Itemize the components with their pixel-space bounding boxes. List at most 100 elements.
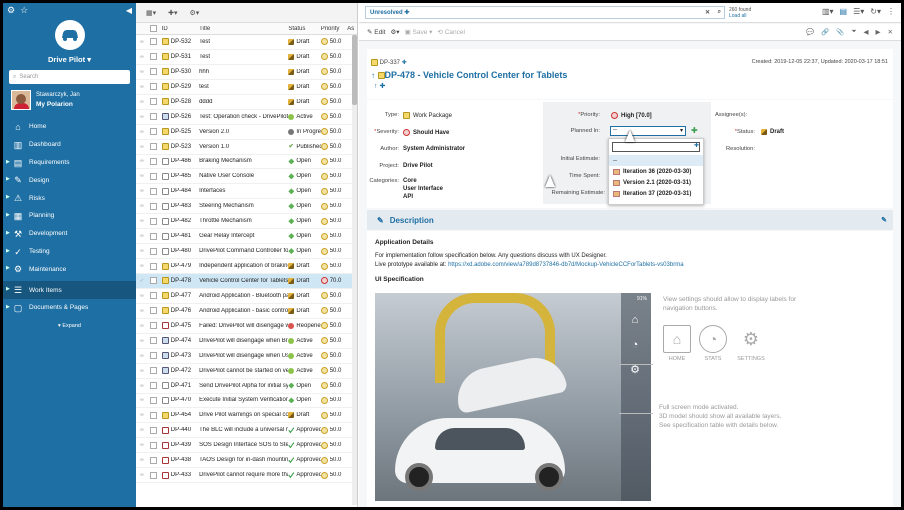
table-row[interactable]: ∞ DP-484 Interfaces Open 50.0 — [136, 184, 357, 200]
sidebar-item-documents-pages[interactable]: ▶ ▢ Documents & Pages — [3, 299, 136, 317]
row-checkbox[interactable] — [149, 277, 157, 285]
table-row[interactable]: ∞ DP-482 Throttle Mechanism Open 50.0 — [136, 214, 357, 230]
row-checkbox[interactable] — [149, 322, 157, 330]
dropdown-search-input[interactable] — [612, 142, 700, 152]
row-checkbox[interactable] — [149, 217, 157, 225]
row-checkbox[interactable] — [149, 471, 157, 479]
favorite-star-icon[interactable]: ☆ — [20, 5, 28, 16]
tree-view-icon[interactable]: ☰▾ — [853, 7, 864, 16]
chevron-right-icon[interactable]: ▶ — [6, 230, 10, 236]
user-profile[interactable]: Stawarczyk, Jan My Polarion — [11, 90, 136, 110]
row-checkbox[interactable] — [149, 38, 157, 46]
table-row[interactable]: ∞ DP-439 SOS Design Interface SOS to Steer… — [136, 438, 357, 454]
up-arrow-icon[interactable]: ↑ — [371, 71, 375, 80]
table-row[interactable]: ∞ DP-531 Test Draft 50.0 — [136, 50, 357, 65]
edit-button[interactable]: ✎ Edit — [367, 28, 385, 36]
sidebar-item-planning[interactable]: ▶ ▦ Planning — [3, 207, 136, 225]
sidebar-item-work-items[interactable]: ▶ ☰ Work Items — [3, 281, 136, 299]
row-checkbox[interactable] — [149, 53, 157, 61]
row-checkbox[interactable] — [149, 352, 157, 360]
row-checkbox[interactable] — [149, 382, 157, 390]
actions-menu-button[interactable]: ⚙▾ — [390, 28, 399, 36]
sidebar-search-input[interactable]: ⌕ Search — [9, 70, 130, 84]
row-checkbox[interactable] — [149, 202, 157, 210]
table-row[interactable]: ∞ DP-523 Version 1.0 ✔ Published 50.0 — [136, 140, 357, 155]
row-checkbox[interactable] — [149, 247, 157, 255]
description-section-header[interactable]: ✎ Description ✎ — [367, 210, 893, 230]
split-view-icon[interactable]: ▤ — [840, 7, 848, 16]
chevron-right-icon[interactable]: ▶ — [6, 286, 10, 292]
priority-field[interactable]: High [70.0] — [611, 112, 652, 119]
table-row[interactable]: ∞ DP-474 DrivePilot will disengage when Br… — [136, 334, 357, 349]
dropdown-option[interactable]: Version 2.1 (2020-03-31) — [609, 177, 703, 188]
row-checkbox[interactable] — [149, 396, 157, 404]
row-checkbox[interactable] — [149, 411, 157, 419]
table-row[interactable]: ∞ DP-472 DrivePilot cannot be started on v… — [136, 364, 357, 379]
next-item-icon[interactable]: ▶ — [876, 28, 881, 36]
query-filter-input[interactable]: Unresolved ✚ ✕ ⌕ — [365, 6, 725, 19]
save-button[interactable]: ▣ Save ▾ — [405, 28, 433, 36]
row-checkbox[interactable] — [149, 337, 157, 345]
edit-description-icon[interactable]: ✎ — [881, 216, 887, 224]
table-row[interactable]: ∞ DP-528 dddd Draft 50.0 — [136, 95, 357, 110]
chevron-right-icon[interactable]: ▶ — [6, 304, 10, 310]
chevron-right-icon[interactable]: ▶ — [6, 159, 10, 165]
project-switcher[interactable]: Drive Pilot ▾ — [3, 55, 136, 64]
add-item-button[interactable]: ✚▾ — [164, 7, 181, 19]
add-link-icon[interactable]: ✚ — [402, 60, 407, 66]
search-icon[interactable]: ⌕ — [718, 9, 721, 16]
row-checkbox[interactable] — [149, 157, 157, 165]
row-checkbox[interactable] — [149, 98, 157, 106]
cancel-button[interactable]: ⟲ Cancel — [437, 28, 465, 36]
dropdown-option[interactable]: Iteration 36 (2020-03-30) — [609, 166, 703, 177]
list-scrollbar[interactable] — [352, 35, 357, 505]
filter-icon[interactable]: ⏷ — [851, 28, 856, 36]
gear-icon[interactable]: ⚙ — [7, 5, 15, 16]
row-checkbox[interactable] — [149, 292, 157, 300]
expand-button[interactable]: ▾ Expand — [3, 323, 136, 329]
table-row[interactable]: ∞ DP-473 DrivePilot will disengage when Us… — [136, 349, 357, 364]
comment-icon[interactable]: 💬 — [806, 28, 814, 36]
table-row[interactable]: ∞DP-525Version 2.0In Progress50.0 — [136, 125, 357, 140]
chevron-right-icon[interactable]: ▶ — [6, 194, 10, 200]
row-checkbox[interactable] — [149, 367, 157, 375]
table-row[interactable]: ∞ DP-486 Braking Mechanism Open 50.0 — [136, 155, 357, 170]
table-row[interactable]: ∞ DP-485 Native User Console Open 50.0 — [136, 169, 357, 185]
up-arrow-icon[interactable]: ↑ — [374, 83, 378, 90]
my-polarion-link[interactable]: My Polarion — [36, 101, 73, 108]
category[interactable]: User Interface — [403, 185, 443, 193]
filter-chip[interactable]: Unresolved — [370, 10, 403, 16]
category[interactable]: Core — [403, 177, 417, 185]
planned-in-select[interactable]: -- ▾ — [610, 126, 686, 136]
close-icon[interactable]: ✕ — [888, 28, 893, 36]
link-icon[interactable]: 🔗 — [821, 28, 829, 36]
table-row[interactable]: ∞ DP-454 Drive Pilot warnings on special c… — [136, 408, 357, 424]
select-all-checkbox[interactable] — [149, 25, 157, 32]
table-row[interactable]: ∞ DP-481 Gear Relay Intercept Open 50.0 — [136, 229, 357, 245]
sidebar-item-design[interactable]: ▶ ✎ Design — [3, 171, 136, 189]
col-priority[interactable]: Priority — [321, 26, 347, 32]
row-checkbox[interactable] — [149, 441, 157, 449]
collapse-sidebar-icon[interactable]: ◀ — [126, 6, 132, 15]
table-row[interactable]: ∞ DP-476 Android Application - basic contr… — [136, 304, 357, 319]
table-row[interactable]: ∞ DP-433 DrivePilot cannot require more th… — [136, 468, 357, 484]
row-checkbox[interactable] — [149, 307, 157, 315]
list-settings-button[interactable]: ⚙▾ — [186, 7, 204, 19]
add-child-icon[interactable]: ✚ — [379, 83, 385, 90]
table-row[interactable]: ∞ DP-471 Send DrivePilot Alpha for initial… — [136, 379, 357, 394]
table-row[interactable]: ∞ DP-483 Steering Mechanism Open 50.0 — [136, 199, 357, 215]
col-status[interactable]: Status — [288, 26, 320, 32]
sidebar-item-testing[interactable]: ▶ ✓ Testing — [3, 243, 136, 261]
table-row[interactable]: ∞ DP-479 Independent application of brakin… — [136, 259, 357, 274]
sidebar-item-dashboard[interactable]: ▥ Dashboard — [3, 136, 136, 154]
sidebar-item-home[interactable]: ⌂ Home — [3, 118, 136, 136]
row-checkbox[interactable] — [149, 68, 157, 76]
table-row[interactable]: ∞ DP-532 Test Draft 50.0 — [136, 35, 357, 50]
table-row[interactable]: ∞ DP-480 DrivePilot Command Controller for… — [136, 244, 357, 260]
table-row[interactable]: ∞ DP-438 TAOS Design for in-dash mounting A… — [136, 453, 357, 469]
row-checkbox[interactable] — [149, 426, 157, 434]
row-checkbox[interactable] — [149, 262, 157, 270]
status-field[interactable]: Draft — [761, 129, 784, 135]
col-id[interactable]: ID — [162, 26, 197, 32]
chevron-right-icon[interactable]: ▶ — [6, 248, 10, 254]
